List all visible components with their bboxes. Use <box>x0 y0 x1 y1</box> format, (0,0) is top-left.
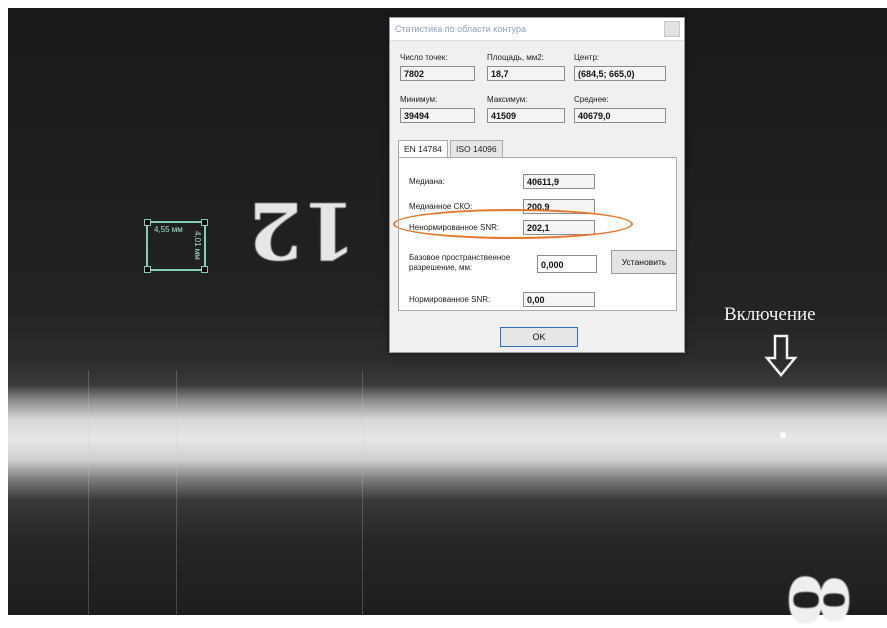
area-field: 18,7 <box>487 66 565 81</box>
median-field: 40611,9 <box>523 174 595 189</box>
snr-norm-label: Нормированное SNR: <box>409 295 491 304</box>
roi-width-label: 4,55 мм <box>154 225 183 234</box>
basic-resolution-label: Базовое пространственное разрешение, мм: <box>409 253 510 273</box>
roi-handle[interactable] <box>144 266 151 273</box>
center-label: Центр: <box>574 53 600 62</box>
roi-height-label: 4,01 мм <box>193 231 202 260</box>
down-arrow-icon <box>764 334 798 377</box>
film-scratch-line <box>88 370 89 615</box>
roi-handle[interactable] <box>144 219 151 226</box>
film-marker-8: 8 <box>770 572 865 628</box>
dialog-titlebar: Статистика по области контура <box>390 18 684 41</box>
roi-handle[interactable] <box>201 266 208 273</box>
mean-label: Среднее: <box>574 95 609 104</box>
inclusion-spot <box>780 432 786 438</box>
min-label: Минимум: <box>400 95 438 104</box>
basic-resolution-label-line1: Базовое пространственное <box>409 253 511 262</box>
image-top-border <box>0 0 887 8</box>
close-icon[interactable] <box>664 21 680 37</box>
contour-statistics-dialog: Статистика по области контура Число точе… <box>389 17 685 353</box>
tab-iso-14096[interactable]: ISO 14096 <box>450 140 503 157</box>
film-scratch-line <box>362 370 363 615</box>
roi-handle[interactable] <box>201 219 208 226</box>
ok-button[interactable]: OK <box>500 327 578 347</box>
snr-norm-field: 0,00 <box>523 292 595 307</box>
tab-en-14784[interactable]: EN 14784 <box>398 140 448 158</box>
inclusion-label: Включение <box>724 304 816 325</box>
dialog-title: Статистика по области контура <box>395 24 526 34</box>
set-button[interactable]: Установить <box>611 250 677 274</box>
points-field: 7802 <box>400 66 475 81</box>
mean-field: 40679,0 <box>574 108 666 123</box>
points-label: Число точек: <box>400 53 448 62</box>
max-label: Максимум: <box>487 95 528 104</box>
max-field: 41509 <box>487 108 565 123</box>
roi-rectangle[interactable]: 4,55 мм 4,01 мм <box>144 219 208 273</box>
min-field: 39494 <box>400 108 475 123</box>
snr-highlight-ellipse <box>393 209 633 239</box>
film-scratch-line <box>176 370 177 615</box>
basic-resolution-input[interactable]: 0,000 <box>537 255 597 273</box>
film-marker-12: 12 <box>248 184 357 275</box>
basic-resolution-label-line2: разрешение, мм: <box>409 263 473 272</box>
image-left-border <box>0 0 8 615</box>
median-label: Медиана: <box>409 177 445 186</box>
center-field: (684,5; 665,0) <box>574 66 666 81</box>
area-label: Площадь, мм2: <box>487 53 544 62</box>
